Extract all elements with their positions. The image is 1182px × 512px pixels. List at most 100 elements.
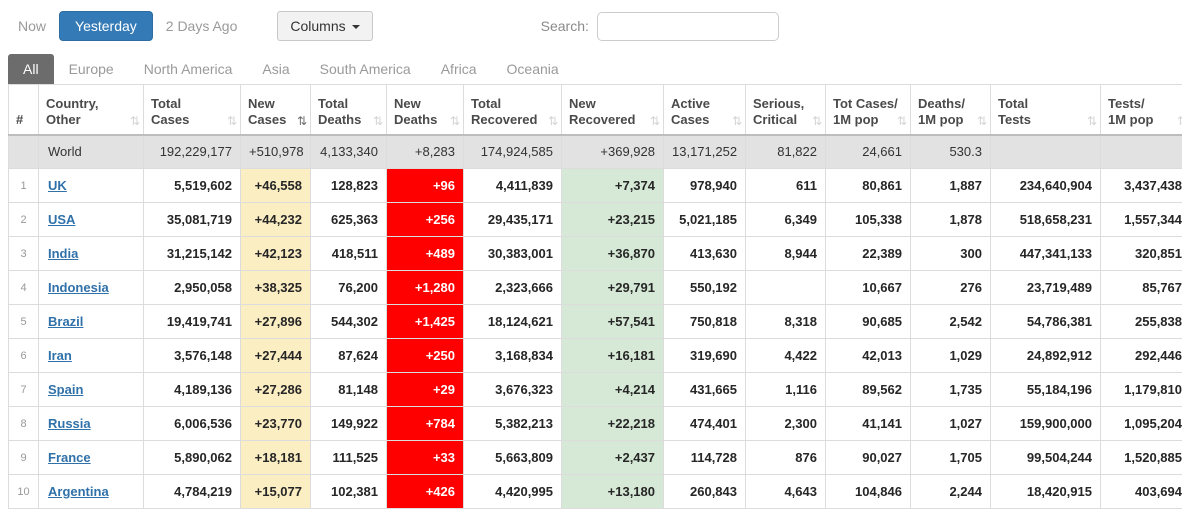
cell-cases-per-1m: 41,141	[826, 407, 911, 441]
cell-total-cases: 19,419,741	[144, 305, 241, 339]
tab-north-america[interactable]: North America	[129, 54, 248, 84]
cell-cases-per-1m: 22,389	[826, 237, 911, 271]
now-button[interactable]: Now	[18, 18, 46, 34]
col-header-label: Total	[998, 96, 1084, 112]
cell-deaths-per-1m: 300	[911, 237, 991, 271]
country-link[interactable]: France	[48, 450, 91, 465]
cell-active-cases: 13,171,252	[664, 135, 746, 169]
country-cell: Russia	[39, 407, 144, 441]
columns-label: Columns	[290, 18, 345, 34]
cell-tests-per-1m	[1101, 135, 1182, 169]
country-cell: Indonesia	[39, 271, 144, 305]
yesterday-button[interactable]: Yesterday	[59, 11, 153, 41]
cell-total-cases: 192,229,177	[144, 135, 241, 169]
cell-new-cases: +46,558	[241, 169, 311, 203]
cell-total-cases: 5,519,602	[144, 169, 241, 203]
country-link[interactable]: Argentina	[48, 484, 109, 499]
cell-new-recovered: +29,791	[562, 271, 664, 305]
cell-total-deaths: 4,133,340	[311, 135, 387, 169]
columns-dropdown-button[interactable]: Columns	[277, 11, 372, 41]
cell-new-recovered: +23,215	[562, 203, 664, 237]
table-row: 5Brazil19,419,741+27,896544,302+1,42518,…	[9, 305, 1182, 339]
col-header-label: Total	[471, 96, 545, 112]
cell-tests-per-1m: 3,437,438	[1101, 169, 1182, 203]
cell-serious-critical	[746, 271, 826, 305]
cell-new-deaths: +489	[387, 237, 464, 271]
cell-total-recovered: 174,924,585	[464, 135, 562, 169]
tab-africa[interactable]: Africa	[426, 54, 492, 84]
col-header-total-tests[interactable]: TotalTests⇅	[991, 85, 1101, 135]
tab-europe[interactable]: Europe	[54, 54, 129, 84]
col-header-label: Total	[318, 96, 370, 112]
tab-south-america[interactable]: South America	[305, 54, 426, 84]
col-header-label: Cases	[671, 112, 729, 128]
col-header-label: Deaths	[318, 112, 370, 128]
country-cell: France	[39, 441, 144, 475]
col-header-new-recovered[interactable]: NewRecovered⇅	[562, 85, 664, 135]
cell-deaths-per-1m: 1,705	[911, 441, 991, 475]
cell-new-cases: +18,181	[241, 441, 311, 475]
tab-all[interactable]: All	[8, 54, 54, 84]
country-link[interactable]: Brazil	[48, 314, 83, 329]
country-link[interactable]: India	[48, 246, 78, 261]
cell-new-deaths: +1,425	[387, 305, 464, 339]
country-link[interactable]: Spain	[48, 382, 83, 397]
cell-cases-per-1m: 90,685	[826, 305, 911, 339]
col-header-cases-per-1m[interactable]: Tot Cases/1M pop⇅	[826, 85, 911, 135]
country-link[interactable]: Iran	[48, 348, 72, 363]
col-header-total-cases[interactable]: TotalCases⇅	[144, 85, 241, 135]
row-rank: 2	[9, 203, 39, 237]
cell-cases-per-1m: 90,027	[826, 441, 911, 475]
cell-tests-per-1m: 1,520,885	[1101, 441, 1182, 475]
tab-asia[interactable]: Asia	[247, 54, 304, 84]
col-header-label: Tests	[998, 112, 1084, 128]
col-header-total-recovered[interactable]: TotalRecovered⇅	[464, 85, 562, 135]
cell-total-recovered: 2,323,666	[464, 271, 562, 305]
cell-cases-per-1m: 24,661	[826, 135, 911, 169]
sort-icon: ⇅	[1177, 115, 1182, 127]
col-header-label: Tot Cases/	[833, 96, 894, 112]
search-label: Search:	[541, 18, 589, 34]
table-row: 9France5,890,062+18,181111,525+335,663,8…	[9, 441, 1182, 475]
cell-active-cases: 319,690	[664, 339, 746, 373]
col-header-label: 1M pop	[833, 112, 894, 128]
col-header-serious-critical[interactable]: Serious,Critical⇅	[746, 85, 826, 135]
cell-deaths-per-1m: 530.3	[911, 135, 991, 169]
cell-total-cases: 31,215,142	[144, 237, 241, 271]
cell-total-recovered: 18,124,621	[464, 305, 562, 339]
row-rank: 5	[9, 305, 39, 339]
cell-total-recovered: 29,435,171	[464, 203, 562, 237]
col-header-new-cases[interactable]: NewCases⇅	[241, 85, 311, 135]
table-row: 6Iran3,576,148+27,44487,624+2503,168,834…	[9, 339, 1182, 373]
col-header-deaths-per-1m[interactable]: Deaths/1M pop⇅	[911, 85, 991, 135]
cell-new-deaths: +33	[387, 441, 464, 475]
col-header-total-deaths[interactable]: TotalDeaths⇅	[311, 85, 387, 135]
country-link[interactable]: USA	[48, 212, 75, 227]
col-header-label: Total	[151, 96, 224, 112]
search-input[interactable]	[597, 12, 779, 41]
cell-serious-critical: 876	[746, 441, 826, 475]
two-days-ago-button[interactable]: 2 Days Ago	[166, 18, 238, 34]
country-link[interactable]: UK	[48, 178, 67, 193]
table-row: 2USA35,081,719+44,232625,363+25629,435,1…	[9, 203, 1182, 237]
col-header-active-cases[interactable]: ActiveCases⇅	[664, 85, 746, 135]
sort-icon: ⇅	[373, 115, 383, 127]
country-cell: Brazil	[39, 305, 144, 339]
covid-stats-table: #Country,Other⇅TotalCases⇅NewCases⇅Total…	[8, 84, 1182, 509]
col-header-tests-per-1m[interactable]: Tests/1M pop⇅	[1101, 85, 1182, 135]
sort-icon: ⇅	[450, 115, 460, 127]
tab-oceania[interactable]: Oceania	[492, 54, 574, 84]
cell-new-recovered: +7,374	[562, 169, 664, 203]
sort-icon: ⇅	[977, 115, 987, 127]
cell-new-cases: +27,896	[241, 305, 311, 339]
table-row: 10Argentina4,784,219+15,077102,381+4264,…	[9, 475, 1182, 509]
col-header-label: New	[248, 96, 294, 112]
row-rank: 1	[9, 169, 39, 203]
country-link[interactable]: Indonesia	[48, 280, 109, 295]
cell-serious-critical: 4,643	[746, 475, 826, 509]
col-header-country[interactable]: Country,Other⇅	[39, 85, 144, 135]
sort-icon: ⇅	[812, 115, 822, 127]
country-link[interactable]: Russia	[48, 416, 91, 431]
country-cell: Iran	[39, 339, 144, 373]
col-header-new-deaths[interactable]: NewDeaths⇅	[387, 85, 464, 135]
